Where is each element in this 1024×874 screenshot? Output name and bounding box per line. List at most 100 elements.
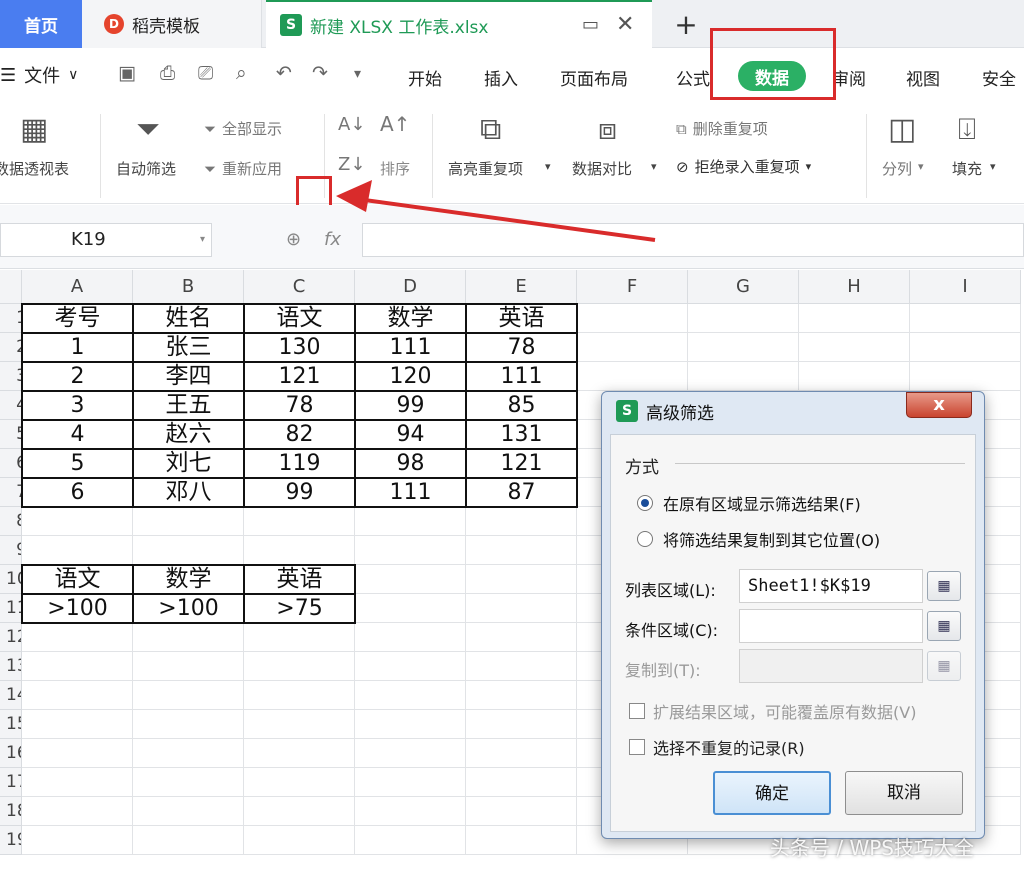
row-header[interactable]: 2	[0, 333, 22, 362]
highlight-duplicates-button[interactable]: 高亮重复项	[448, 158, 523, 179]
split-columns-button[interactable]: 分列	[882, 158, 912, 179]
row-header[interactable]: 4	[0, 391, 22, 420]
grid-cell[interactable]	[466, 652, 577, 681]
row-header[interactable]: 18	[0, 797, 22, 826]
column-header[interactable]: B	[133, 270, 244, 304]
export-icon[interactable]: ⎙	[160, 62, 175, 84]
column-header[interactable]: A	[22, 270, 133, 304]
grid-cell[interactable]	[22, 681, 133, 710]
row-header[interactable]: 5	[0, 420, 22, 449]
grid-cell[interactable]	[133, 652, 244, 681]
grid-cell[interactable]	[244, 652, 355, 681]
grid-cell[interactable]	[355, 739, 466, 768]
grid-cell[interactable]	[355, 594, 466, 623]
close-tab-icon[interactable]: ✕	[616, 12, 634, 37]
row-header[interactable]: 3	[0, 362, 22, 391]
unique-records-checkbox[interactable]: 选择不重复的记录(R)	[629, 735, 805, 759]
data-cell[interactable]: 85	[466, 391, 577, 420]
name-box[interactable]: K19 ▾	[0, 223, 212, 257]
grid-cell[interactable]	[244, 507, 355, 536]
data-cell[interactable]: 5	[22, 449, 133, 478]
row-header[interactable]: 15	[0, 710, 22, 739]
save-icon[interactable]: ▣	[118, 62, 136, 84]
file-menu[interactable]: ☰ 文件 ∨	[0, 62, 78, 88]
new-tab-button[interactable]: +	[664, 0, 708, 48]
data-cell[interactable]: 98	[355, 449, 466, 478]
column-header[interactable]: G	[688, 270, 799, 304]
row-header[interactable]: 9	[0, 536, 22, 565]
data-cell[interactable]: 121	[466, 449, 577, 478]
customize-toolbar-icon[interactable]: ▾	[354, 66, 361, 82]
grid-cell[interactable]	[355, 507, 466, 536]
row-header[interactable]: 12	[0, 623, 22, 652]
data-cell[interactable]: 78	[244, 391, 355, 420]
formula-input[interactable]	[362, 223, 1024, 257]
data-cell[interactable]: 张三	[133, 333, 244, 362]
fill-icon[interactable]: ⍗	[958, 112, 976, 147]
tab-template[interactable]: D 稻壳模板	[82, 0, 262, 48]
data-cell[interactable]: 99	[244, 478, 355, 507]
data-cell[interactable]: 3	[22, 391, 133, 420]
grid-cell[interactable]	[22, 536, 133, 565]
data-cell[interactable]: 1	[22, 333, 133, 362]
name-box-dropdown-icon[interactable]: ▾	[200, 224, 205, 256]
data-cell[interactable]: 130	[244, 333, 355, 362]
grid-cell[interactable]	[244, 826, 355, 855]
radio-in-place[interactable]: 在原有区域显示筛选结果(F)	[637, 491, 861, 515]
data-cell[interactable]: 赵六	[133, 420, 244, 449]
grid-cell[interactable]	[577, 362, 688, 391]
insert-function-icon[interactable]: fx	[324, 229, 341, 250]
highlight-duplicates-icon[interactable]: ⧉	[480, 112, 501, 147]
data-cell[interactable]: >100	[133, 594, 244, 623]
grid-cell[interactable]	[910, 362, 1021, 391]
grid-cell[interactable]	[244, 681, 355, 710]
select-all-corner[interactable]	[0, 270, 22, 304]
grid-cell[interactable]	[466, 797, 577, 826]
highlight-duplicates-dropdown-icon[interactable]: ▾	[545, 160, 551, 173]
grid-cell[interactable]	[355, 536, 466, 565]
cancel-button[interactable]: 取消	[845, 771, 963, 815]
grid-cell[interactable]	[466, 507, 577, 536]
data-cell[interactable]: 英语	[466, 304, 577, 333]
grid-cell[interactable]	[355, 768, 466, 797]
grid-cell[interactable]	[22, 739, 133, 768]
grid-cell[interactable]	[22, 768, 133, 797]
criteria-range-input[interactable]	[739, 609, 923, 643]
grid-cell[interactable]	[133, 826, 244, 855]
grid-cell[interactable]	[133, 681, 244, 710]
column-header[interactable]: C	[244, 270, 355, 304]
grid-cell[interactable]	[466, 623, 577, 652]
grid-cell[interactable]	[466, 594, 577, 623]
data-cell[interactable]: 数学	[355, 304, 466, 333]
row-header[interactable]: 17	[0, 768, 22, 797]
data-cell[interactable]: 111	[355, 478, 466, 507]
data-cell[interactable]: 4	[22, 420, 133, 449]
row-header[interactable]: 11	[0, 594, 22, 623]
column-header[interactable]: E	[466, 270, 577, 304]
grid-cell[interactable]	[355, 681, 466, 710]
row-header[interactable]: 16	[0, 739, 22, 768]
data-cell[interactable]: 2	[22, 362, 133, 391]
row-header[interactable]: 13	[0, 652, 22, 681]
fill-dropdown-icon[interactable]: ▾	[990, 160, 996, 173]
pivot-table-button[interactable]: 数据透视表	[0, 158, 84, 179]
row-header[interactable]: 14	[0, 681, 22, 710]
column-header[interactable]: H	[799, 270, 910, 304]
data-cell[interactable]: 王五	[133, 391, 244, 420]
row-header[interactable]: 6	[0, 449, 22, 478]
reapply-button[interactable]: ⏷ 重新应用	[204, 158, 282, 179]
grid-cell[interactable]	[22, 710, 133, 739]
sort-button[interactable]: 排序	[380, 158, 410, 179]
sort-descending-icon[interactable]: A↑	[380, 112, 410, 136]
grid-cell[interactable]	[466, 536, 577, 565]
zoom-formula-icon[interactable]: ⊕	[286, 229, 301, 250]
data-cell[interactable]: 87	[466, 478, 577, 507]
grid-cell[interactable]	[244, 536, 355, 565]
data-cell[interactable]: 78	[466, 333, 577, 362]
grid-cell[interactable]	[799, 362, 910, 391]
data-cell[interactable]: 120	[355, 362, 466, 391]
dialog-close-button[interactable]: x	[906, 392, 972, 418]
grid-cell[interactable]	[355, 623, 466, 652]
column-header[interactable]: F	[577, 270, 688, 304]
menu-item-security[interactable]: 安全	[982, 65, 1024, 90]
